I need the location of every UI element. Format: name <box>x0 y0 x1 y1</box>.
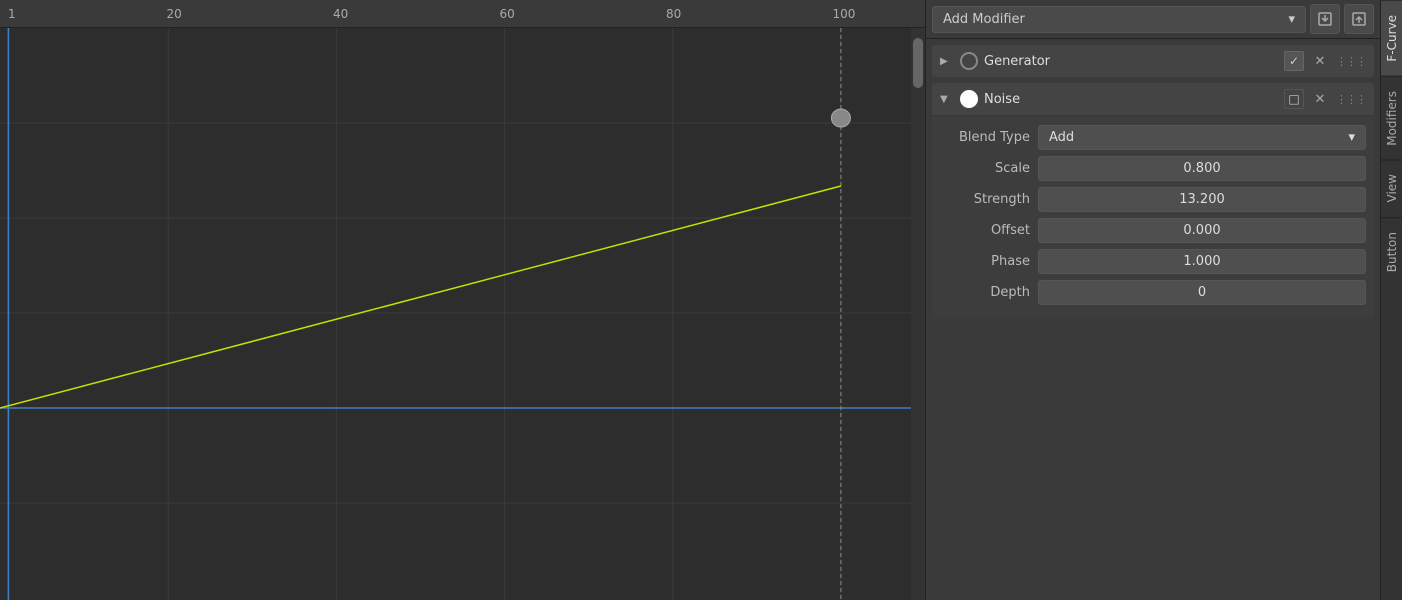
modifier-noise-body: Blend Type Add ▾ Scale 0.800 Strength 13… <box>932 117 1374 319</box>
generator-check[interactable]: ✓ <box>1284 51 1304 71</box>
strength-label: Strength <box>940 192 1030 207</box>
modifier-noise-header[interactable]: ▼ Noise □ ✕ ⋮⋮⋮ <box>932 83 1374 115</box>
scale-row: Scale 0.800 <box>940 156 1366 181</box>
scrollbar-vertical[interactable] <box>911 28 925 600</box>
offset-row: Offset 0.000 <box>940 218 1366 243</box>
add-modifier-label: Add Modifier <box>943 12 1025 27</box>
blend-type-arrow: ▾ <box>1348 130 1355 145</box>
noise-check[interactable]: □ <box>1284 89 1304 109</box>
graph-area[interactable]: 1 20 40 60 80 100 <box>0 0 925 600</box>
noise-grid-icon: ⋮⋮⋮ <box>1336 93 1366 106</box>
add-modifier-dropdown[interactable]: Add Modifier ▾ <box>932 6 1306 33</box>
strength-row: Strength 13.200 <box>940 187 1366 212</box>
ruler: 1 20 40 60 80 100 <box>0 0 925 28</box>
offset-label: Offset <box>940 223 1030 238</box>
noise-delete[interactable]: ✕ <box>1310 89 1330 109</box>
blend-type-value: Add <box>1049 130 1074 145</box>
side-tabs: F-Curve Modifiers View Button <box>1380 0 1402 600</box>
blend-type-dropdown[interactable]: Add ▾ <box>1038 125 1366 150</box>
generator-delete[interactable]: ✕ <box>1310 51 1330 71</box>
toolbar-row: Add Modifier ▾ <box>926 0 1380 39</box>
export-button[interactable] <box>1344 4 1374 34</box>
modifiers-list: ▶ Generator ✓ ✕ ⋮⋮⋮ ▼ Noise □ ✕ ⋮⋮⋮ Blen… <box>926 39 1380 600</box>
depth-label: Depth <box>940 285 1030 300</box>
import-button[interactable] <box>1310 4 1340 34</box>
blend-type-label: Blend Type <box>940 130 1030 145</box>
generator-grid-icon: ⋮⋮⋮ <box>1336 55 1366 68</box>
tab-button[interactable]: Button <box>1381 217 1402 286</box>
phase-row: Phase 1.000 <box>940 249 1366 274</box>
graph-svg <box>0 28 925 600</box>
scrollbar-thumb[interactable] <box>913 38 923 88</box>
modifier-generator-header[interactable]: ▶ Generator ✓ ✕ ⋮⋮⋮ <box>932 45 1374 77</box>
modifier-noise: ▼ Noise □ ✕ ⋮⋮⋮ Blend Type Add ▾ <box>932 83 1374 319</box>
strength-input[interactable]: 13.200 <box>1038 187 1366 212</box>
right-panel: Add Modifier ▾ ▶ Generator ✓ ✕ <box>925 0 1380 600</box>
ruler-tick-1: 1 <box>8 0 16 27</box>
ruler-tick-80: 80 <box>666 0 681 27</box>
scale-input[interactable]: 0.800 <box>1038 156 1366 181</box>
noise-collapse-arrow[interactable]: ▼ <box>940 94 954 105</box>
chevron-down-icon: ▾ <box>1288 12 1295 27</box>
ruler-tick-60: 60 <box>500 0 515 27</box>
offset-input[interactable]: 0.000 <box>1038 218 1366 243</box>
noise-name: Noise <box>984 92 1278 107</box>
depth-input[interactable]: 0 <box>1038 280 1366 305</box>
generator-name: Generator <box>984 54 1278 69</box>
scale-label: Scale <box>940 161 1030 176</box>
depth-row: Depth 0 <box>940 280 1366 305</box>
ruler-tick-40: 40 <box>333 0 348 27</box>
ruler-tick-100: 100 <box>833 0 856 27</box>
generator-icon <box>960 52 978 70</box>
ruler-tick-20: 20 <box>167 0 182 27</box>
noise-icon <box>960 90 978 108</box>
graph-canvas[interactable] <box>0 28 925 600</box>
phase-label: Phase <box>940 254 1030 269</box>
tab-fcurve[interactable]: F-Curve <box>1381 0 1402 76</box>
tab-modifiers[interactable]: Modifiers <box>1381 76 1402 160</box>
blend-type-row: Blend Type Add ▾ <box>940 125 1366 150</box>
phase-input[interactable]: 1.000 <box>1038 249 1366 274</box>
tab-view[interactable]: View <box>1381 159 1402 216</box>
generator-collapse-arrow[interactable]: ▶ <box>940 56 954 67</box>
